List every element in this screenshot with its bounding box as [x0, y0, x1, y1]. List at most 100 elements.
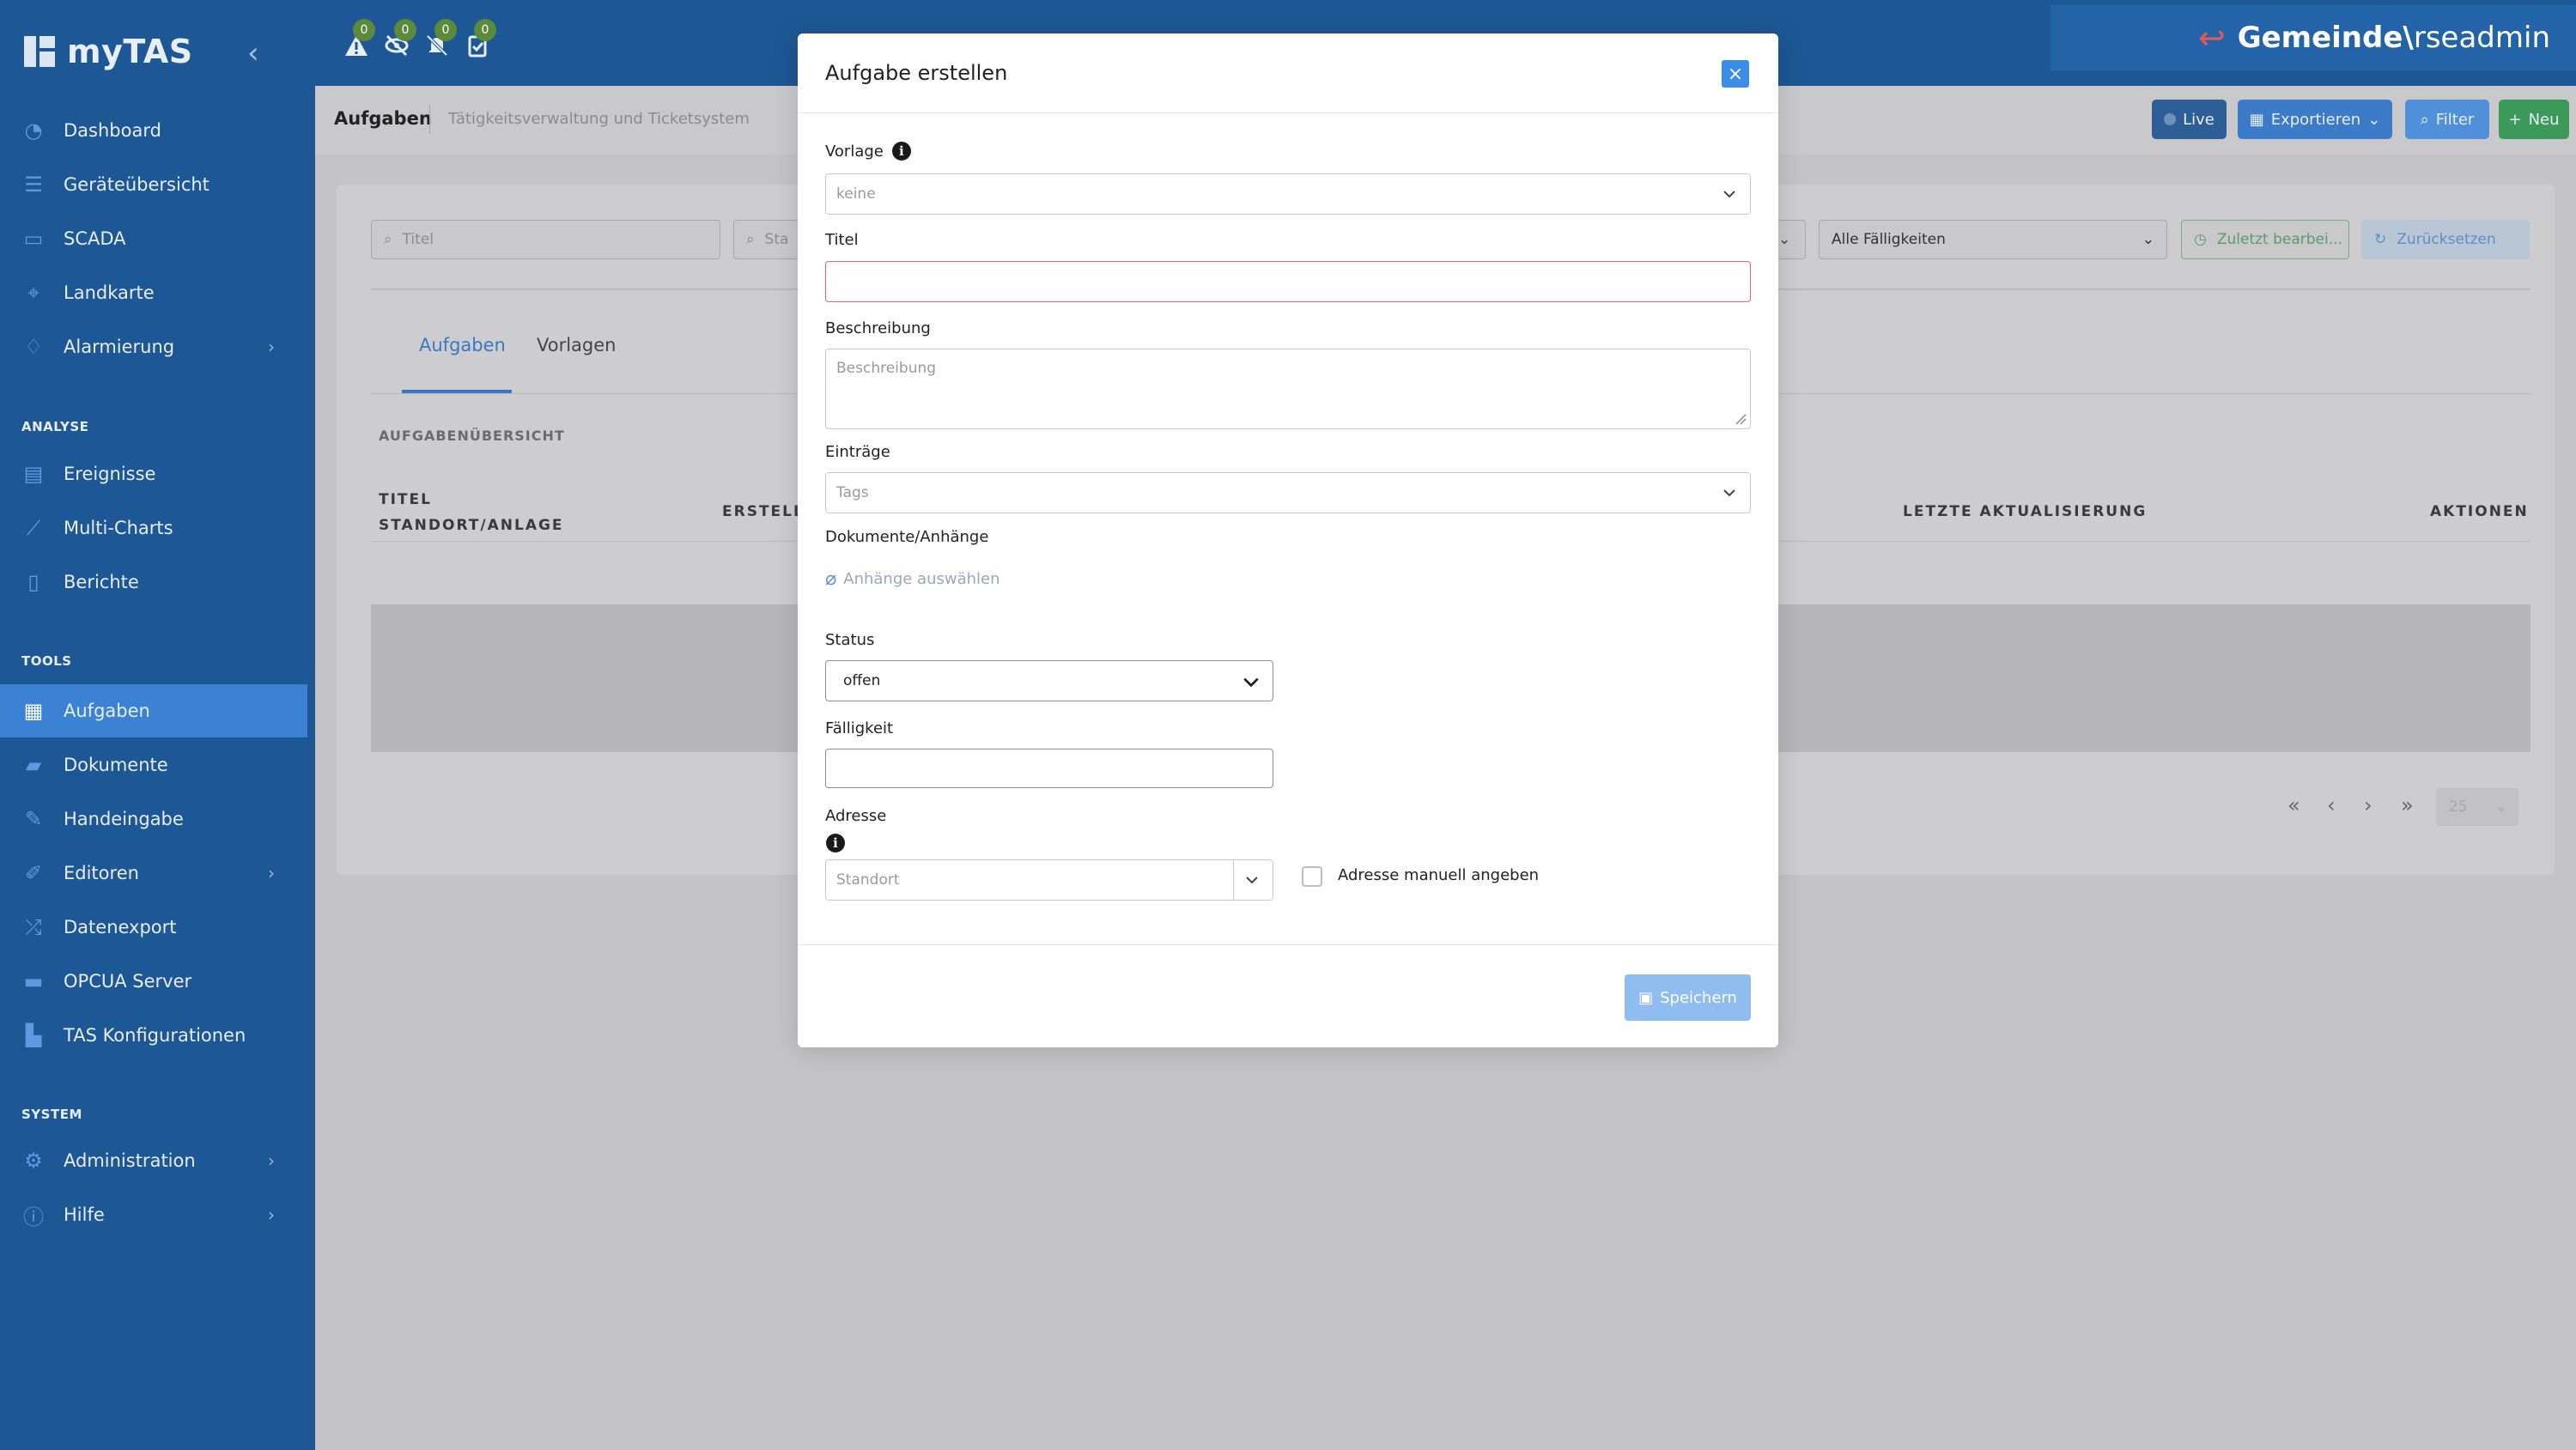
sidebar-item-label: Dashboard: [64, 120, 161, 141]
list-icon: ☰: [24, 173, 43, 197]
info-circle-icon: ⓘ: [23, 1204, 44, 1229]
status-select[interactable]: offen: [825, 660, 1273, 701]
column-updated[interactable]: LETZTE AKTUALISIERUNG: [1903, 503, 2147, 520]
search-icon: ⌕: [2420, 110, 2429, 129]
chevron-down-icon: ⌄: [1778, 231, 1791, 248]
sidebar-item-tas-konfigurationen[interactable]: ▙ TAS Konfigurationen: [0, 1009, 307, 1062]
shuffle-icon: ⤮: [25, 915, 42, 939]
first-page-button[interactable]: «: [2287, 793, 2300, 817]
info-icon[interactable]: i: [891, 142, 911, 161]
header-divider: [429, 105, 430, 134]
sidebar-item-handeingabe[interactable]: ✎ Handeingabe: [0, 792, 307, 846]
collapse-sidebar-icon[interactable]: ‹: [247, 36, 259, 70]
sidebar-item-label: Handeingabe: [64, 809, 184, 829]
address-label: Adresse: [825, 807, 887, 825]
tab-aufgaben[interactable]: Aufgaben: [419, 335, 506, 355]
app-name: myTAS: [67, 33, 193, 70]
due-date-input[interactable]: [825, 749, 1273, 788]
status-search-input[interactable]: ⌕ Sta: [733, 220, 802, 259]
live-button[interactable]: Live: [2152, 100, 2227, 139]
column-title[interactable]: TITEL: [379, 491, 432, 508]
sidebar-item-label: Administration: [64, 1150, 196, 1171]
chevron-right-icon: ›: [268, 1204, 275, 1225]
sidebar-item-ereignisse[interactable]: ▤ Ereignisse: [0, 447, 307, 501]
chevron-right-icon: ›: [268, 1150, 275, 1171]
sidebar-item-dashboard[interactable]: ◔ Dashboard: [0, 104, 307, 157]
page-title: Aufgaben: [334, 108, 432, 129]
folder-open-icon: ▰: [25, 753, 42, 777]
export-button[interactable]: ▦ Exportieren ⌄: [2238, 100, 2392, 139]
sidebar-item-label: Ereignisse: [64, 464, 156, 484]
chevron-down-icon: [1723, 489, 1735, 497]
description-textarea[interactable]: Beschreibung: [825, 349, 1751, 429]
chevron-down-icon: [1243, 677, 1259, 688]
chart-line-icon: ⟋: [26, 516, 41, 540]
prev-page-button[interactable]: ‹: [2327, 793, 2336, 817]
section-tools: TOOLS: [21, 653, 72, 669]
manual-address-checkbox[interactable]: [1302, 866, 1322, 887]
report-icon: ▯: [27, 570, 39, 594]
page-size-select[interactable]: 25 ⌄: [2436, 788, 2518, 826]
due-filter-select[interactable]: Alle Fälligkeiten ⌄: [1819, 220, 2167, 259]
select-attachments-link[interactable]: ⌀ Anhänge auswählen: [825, 568, 1000, 590]
tags-select[interactable]: Tags: [825, 472, 1751, 513]
sidebar-item-berichte[interactable]: ▯ Berichte: [0, 555, 307, 609]
title-input[interactable]: [825, 261, 1751, 302]
sidebar-item-editoren[interactable]: ✐ Editoren ›: [0, 846, 307, 900]
tab-vorlagen[interactable]: Vorlagen: [537, 335, 616, 355]
user-menu[interactable]: ↩ Gemeinde\rseadmin: [2050, 5, 2576, 70]
reset-button[interactable]: ↻ Zurücksetzen: [2361, 220, 2530, 259]
next-page-button[interactable]: ›: [2364, 793, 2372, 817]
modal-title: Aufgabe erstellen: [825, 61, 1008, 85]
section-analyse: ANALYSE: [21, 419, 89, 434]
sidebar-item-datenexport[interactable]: ⤮ Datenexport: [0, 901, 307, 954]
alarm-count-badge: 0: [353, 19, 375, 41]
live-dot-icon: [2164, 113, 2177, 125]
sidebar-item-scada[interactable]: ▭ SCADA: [0, 212, 307, 265]
modal-header: Aufgabe erstellen ×: [798, 33, 1778, 113]
sidebar-item-landkarte[interactable]: ⌖ Landkarte: [0, 266, 307, 319]
monitor-icon: ▭: [23, 227, 44, 251]
due-label: Fälligkeit: [825, 719, 894, 737]
sidebar-item-dokumente[interactable]: ▰ Dokumente: [0, 738, 307, 792]
events-icon: ▤: [23, 462, 44, 486]
table-icon: ▦: [2249, 110, 2264, 129]
save-button[interactable]: ▣ Speichern: [1625, 974, 1751, 1021]
column-location[interactable]: STANDORT/ANLAGE: [379, 517, 564, 534]
sidebar-item-aufgaben[interactable]: ▦ Aufgaben: [0, 684, 307, 737]
sidebar-item-hilfe[interactable]: ⓘ Hilfe ›: [0, 1188, 307, 1241]
address-info-icon[interactable]: i: [826, 834, 845, 852]
modal-footer-divider: [798, 944, 1778, 945]
sidebar-item-opcua-server[interactable]: ▬ OPCUA Server: [0, 955, 307, 1008]
reply-arrow-icon: ↩: [2197, 19, 2226, 57]
template-select[interactable]: keine: [825, 173, 1751, 215]
sidebar-item-multi-charts[interactable]: ⟋ Multi-Charts: [0, 501, 307, 555]
search-icon: ⌕: [384, 231, 392, 248]
filter-button[interactable]: ⌕ Filter: [2405, 100, 2489, 139]
refresh-icon: ↻: [2374, 231, 2387, 248]
sidebar-item-geräteübersicht[interactable]: ☰ Geräteübersicht: [0, 158, 307, 211]
server-icon: ▬: [23, 969, 44, 993]
recently-edited-button[interactable]: ◷ Zuletzt bearbei...: [2181, 220, 2349, 259]
new-button[interactable]: + Neu: [2499, 100, 2569, 139]
sidebar-item-administration[interactable]: ⚙ Administration ›: [0, 1134, 307, 1187]
logo[interactable]: myTAS: [24, 33, 193, 70]
chevron-down-icon: [1723, 191, 1735, 198]
map-pin-icon: ⌖: [27, 281, 39, 305]
user-label: Gemeinde\rseadmin: [2237, 21, 2550, 55]
close-button[interactable]: ×: [1722, 60, 1749, 88]
sidebar-item-alarmierung[interactable]: ♢ Alarmierung ›: [0, 320, 307, 373]
select-divider: [1233, 860, 1234, 900]
title-search-input[interactable]: ⌕ Titel: [371, 220, 720, 259]
create-task-modal: Aufgabe erstellen × Vorlage i keine Tite…: [798, 33, 1778, 1047]
resize-handle-icon[interactable]: [1735, 413, 1747, 425]
calendar-check-icon: ▦: [23, 699, 44, 723]
sidebar-item-label: Landkarte: [64, 282, 155, 303]
location-select[interactable]: Standort: [825, 859, 1273, 901]
last-page-button[interactable]: »: [2401, 793, 2414, 817]
search-icon: ⌕: [746, 231, 755, 248]
floppy-disk-icon: ▣: [1638, 988, 1654, 1007]
pencil-icon: ✎: [24, 807, 43, 831]
sidebar: myTAS ‹ ◔ Dashboard ☰ Geräteübersicht ▭ SCADA…: [0, 0, 315, 1450]
file-config-icon: ▙: [25, 1023, 42, 1047]
